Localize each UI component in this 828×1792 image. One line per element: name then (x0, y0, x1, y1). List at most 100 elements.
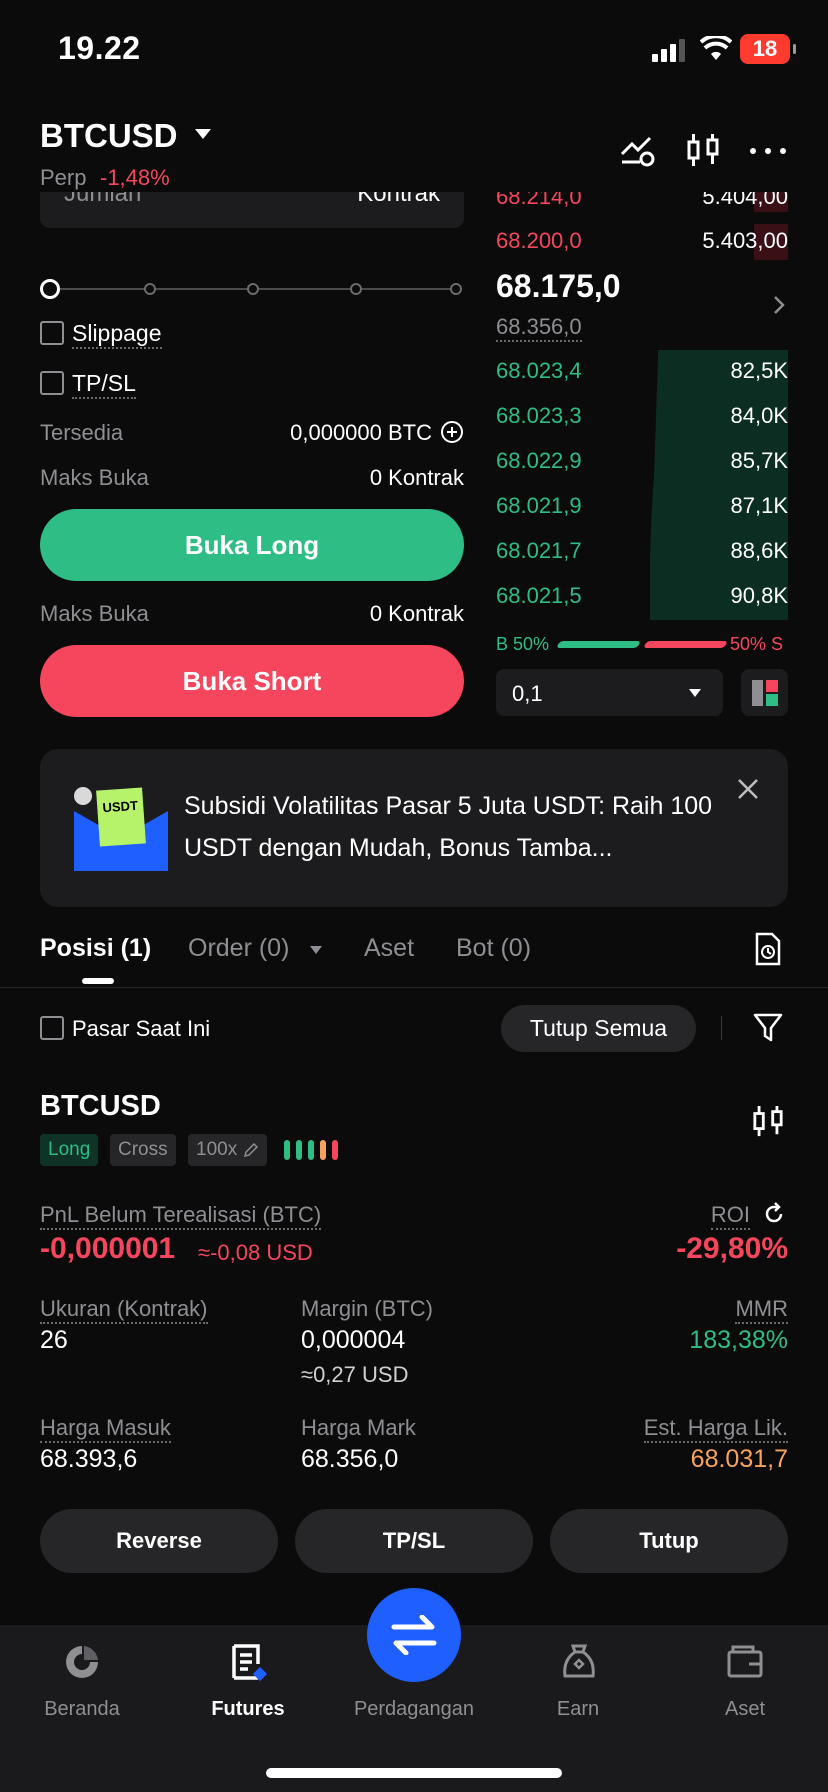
pnl-label: PnL Belum Terealisasi (BTC) (40, 1202, 322, 1230)
add-circle-icon[interactable] (440, 420, 464, 444)
bid-qty: 87,1K (730, 493, 789, 518)
tpsl-label[interactable]: TP/SL (72, 370, 136, 399)
sell-ratio-label: 50% S (730, 634, 784, 654)
battery-indicator: 18 (740, 34, 796, 64)
leverage-tag[interactable]: 100x (188, 1134, 268, 1166)
current-market-checkbox[interactable] (40, 1016, 64, 1040)
precision-select[interactable]: 0,1 (496, 669, 723, 716)
ask-row[interactable]: 68.214,0 5.404,00 (496, 192, 788, 212)
perp-label: Perp (40, 165, 87, 190)
layout-icon (752, 680, 778, 706)
earn-icon[interactable] (559, 1642, 599, 1682)
adl-indicator (284, 1140, 340, 1160)
nav-home[interactable]: Beranda (12, 1698, 152, 1721)
tab-orders[interactable]: Order (0) (188, 934, 289, 963)
roi-value: -29,80% (676, 1232, 788, 1265)
mark-price: 68.356,0 (496, 314, 582, 342)
close-position-button[interactable]: Tutup (550, 1509, 788, 1573)
close-all-button[interactable]: Tutup Semua (501, 1005, 696, 1052)
entry-value: 68.393,6 (40, 1445, 138, 1473)
pnl-value: -0,000001 (40, 1232, 176, 1265)
tab-positions[interactable]: Posisi (1) (40, 934, 151, 963)
chart-alert-icon[interactable] (620, 134, 656, 168)
amount-input[interactable]: Jumlah Kontrak (40, 192, 464, 228)
bid-price: 68.023,3 (496, 403, 582, 428)
envelope-icon: USDT (74, 787, 168, 871)
trade-button[interactable] (367, 1588, 461, 1682)
banner-badge: USDT (102, 797, 139, 816)
slippage-label[interactable]: Slippage (72, 320, 162, 349)
amount-unit: Kontrak (357, 192, 440, 207)
current-market-label[interactable]: Pasar Saat Ini (72, 1016, 210, 1042)
bid-qty: 84,0K (730, 403, 789, 428)
margin-label: Margin (BTC) (301, 1296, 434, 1321)
candlestick-icon[interactable] (686, 132, 720, 170)
reverse-button[interactable]: Reverse (40, 1509, 278, 1573)
home-indicator (266, 1768, 562, 1778)
share-icon[interactable] (762, 1202, 786, 1226)
pair-title[interactable]: BTCUSD (40, 117, 178, 155)
nav-trade[interactable]: Perdagangan (344, 1698, 484, 1721)
tpsl-checkbox[interactable] (40, 371, 64, 395)
slider-handle[interactable] (40, 279, 60, 299)
chevron-right-icon[interactable] (772, 294, 786, 316)
bid-row[interactable]: 68.021,7 88,6K (496, 536, 788, 572)
amount-slider[interactable] (40, 278, 464, 300)
available-label: Tersedia (40, 420, 124, 445)
caret-down-icon (689, 689, 701, 697)
bid-row[interactable]: 68.021,9 87,1K (496, 491, 788, 527)
margin-mode-tag: Cross (110, 1134, 176, 1166)
bid-price: 68.023,4 (496, 358, 582, 383)
liq-label: Est. Harga Lik. (560, 1415, 788, 1443)
close-icon[interactable] (736, 777, 760, 801)
caret-down-icon[interactable] (310, 946, 322, 954)
precision-value: 0,1 (512, 681, 543, 706)
edit-icon (244, 1142, 259, 1158)
position-symbol[interactable]: BTCUSD (40, 1090, 161, 1123)
bid-row[interactable]: 68.021,5 90,8K (496, 581, 788, 617)
open-short-button[interactable]: Buka Short (40, 645, 464, 717)
open-long-button[interactable]: Buka Long (40, 509, 464, 581)
margin-usd: ≈0,27 USD (301, 1362, 409, 1387)
ask-qty: 5.403,00 (702, 228, 788, 253)
bid-price: 68.021,5 (496, 583, 582, 608)
swap-icon (391, 1615, 437, 1655)
slippage-checkbox[interactable] (40, 321, 64, 345)
chart-icon[interactable] (752, 1104, 784, 1140)
mmr-label: MMR (640, 1296, 788, 1324)
margin-value: 0,000004 (301, 1326, 406, 1354)
bid-price: 68.022,9 (496, 448, 582, 473)
bid-qty: 90,8K (730, 583, 789, 608)
filter-icon[interactable] (752, 1012, 784, 1044)
chevron-down-icon[interactable] (195, 129, 211, 139)
size-label: Ukuran (Kontrak) (40, 1296, 208, 1324)
max-open-label: Maks Buka (40, 465, 149, 490)
tab-bots[interactable]: Bot (0) (456, 934, 531, 963)
bid-price: 68.021,9 (496, 493, 582, 518)
futures-icon[interactable] (228, 1642, 268, 1682)
tpsl-button[interactable]: TP/SL (295, 1509, 533, 1573)
bid-qty: 82,5K (730, 358, 789, 383)
home-icon[interactable] (62, 1642, 102, 1682)
tab-active-indicator (82, 978, 114, 984)
buy-sell-ratio-bar (555, 641, 729, 648)
mark-value: 68.356,0 (301, 1445, 399, 1473)
bid-row[interactable]: 68.023,4 82,5K (496, 356, 788, 392)
signal-icon (652, 39, 685, 62)
layout-toggle[interactable] (741, 669, 788, 716)
nav-futures[interactable]: Futures (178, 1698, 318, 1721)
bid-row[interactable]: 68.022,9 85,7K (496, 446, 788, 482)
more-icon[interactable] (748, 148, 788, 154)
max-open-short: 0 Kontrak (369, 601, 464, 626)
promo-banner[interactable]: USDT Subsidi Volatilitas Pasar 5 Juta US… (40, 749, 788, 907)
nav-earn[interactable]: Earn (508, 1698, 648, 1721)
last-price: 68.175,0 (496, 268, 621, 304)
pnl-usd: ≈-0,08 USD (198, 1240, 313, 1265)
wallet-icon[interactable] (725, 1642, 765, 1682)
ask-row[interactable]: 68.200,0 5.403,00 (496, 224, 788, 260)
tab-assets[interactable]: Aset (364, 934, 414, 963)
nav-assets[interactable]: Aset (675, 1698, 815, 1721)
history-icon[interactable] (754, 932, 782, 966)
bid-row[interactable]: 68.023,3 84,0K (496, 401, 788, 437)
size-value: 26 (40, 1326, 68, 1354)
